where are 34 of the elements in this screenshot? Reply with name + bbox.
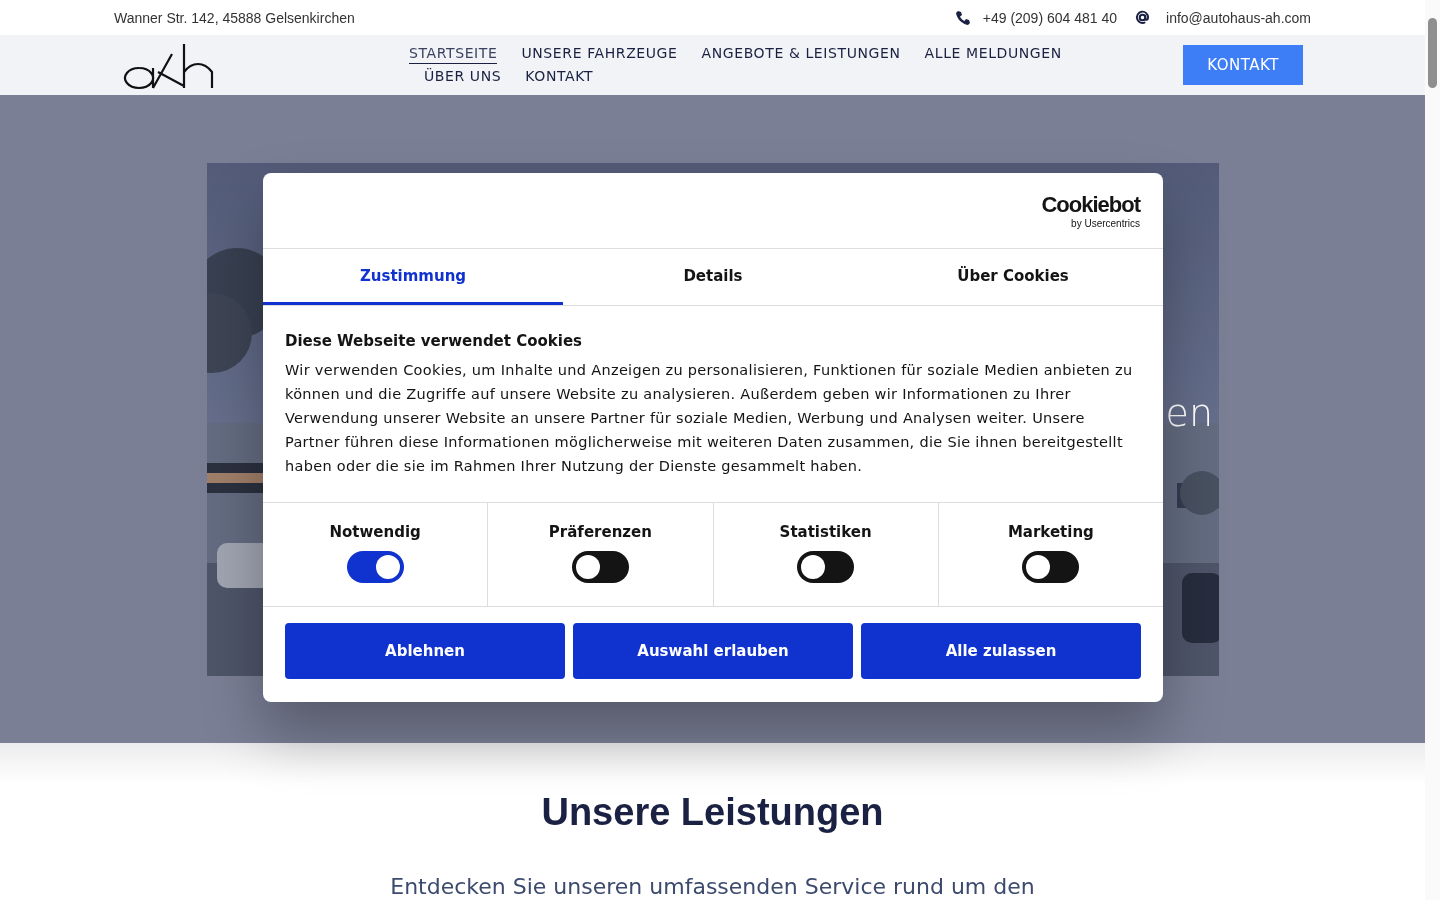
at-sign-icon [1135,10,1151,25]
consent-button[interactable]: Alle zulassen [861,623,1141,679]
section-subtitle: Entdecken Sie unseren umfassenden Service rund um den [389,874,1036,899]
toggle-switch[interactable] [346,551,404,583]
dialog-tab[interactable]: Details [563,249,863,305]
phone-link[interactable]: +49 (209) 604 481 40 [982,9,1118,26]
consent-button[interactable]: Auswahl erlauben [573,623,853,679]
phone-icon [954,9,971,26]
dialog-tab[interactable]: Zustimmung [263,249,563,305]
toggle-switch[interactable] [797,551,855,583]
toggle-switch[interactable] [1022,551,1080,583]
nav-link[interactable]: ANGEBOTE & LEISTUNGEN [701,44,901,64]
category-label: Statistiken [779,523,872,541]
nav-link[interactable]: ALLE MELDUNGEN [924,44,1062,64]
contact-button[interactable]: KONTAKT [1183,45,1303,85]
dialog-title: Diese Webseite verwendet Cookies [285,332,584,350]
dialog-text: Wir verwenden Cookies, um Inhalte und Anzeigen zu personalisieren, Funktionen für soziale Medien anbieten zu können und die Zugriffe auf unsere Website zu analysieren. Außerdem geben wir Informationen zu Ihrer Verwendung unserer Website an unsere Partner für soziale Medien, Werbung und Analysen weiter. Unsere Partner führen diese Informationen möglicherweise mit weiteren Daten zusammen, die Sie ihnen bereitgestellt haben oder die sie im Rahmen Ihrer Nutzung der Dienste gesammelt haben. [285,361,1134,476]
dialog-tab[interactable]: Über Cookies [863,249,1163,305]
scrollbar-thumb[interactable] [1428,18,1437,88]
section-heading: Unsere Leistungen [540,791,885,834]
toggle-switch[interactable] [571,551,629,583]
nav-link[interactable]: ÜBER UNS [424,67,502,86]
nav-link[interactable]: KONTAKT [525,67,594,86]
consent-button[interactable]: Ablehnen [285,623,565,679]
category-label: Marketing [1007,523,1094,541]
category-label: Notwendig [329,523,421,541]
brand-logo-text: Cookiebot [1041,192,1140,218]
email-link[interactable]: info@autohaus-ah.com [1166,9,1311,26]
nav-link[interactable]: STARTSEITE [409,44,498,64]
address-text: Wanner Str. 142, 45888 Gelsenkirchen [114,9,355,26]
brand-subtitle: by Usercentrics [1071,218,1140,229]
nav-link[interactable]: UNSERE FAHRZEUGE [521,44,678,64]
hero-heading: en [1165,391,1213,435]
category-label: Präferenzen [548,523,652,541]
